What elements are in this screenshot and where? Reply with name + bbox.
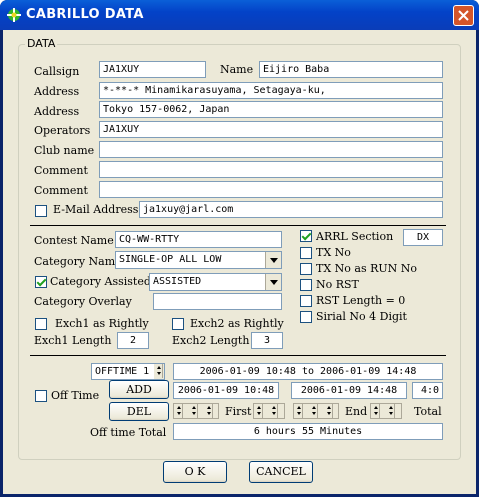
cancel-button[interactable]: CANCEL — [249, 461, 313, 483]
operators-field[interactable]: JA1XUY — [99, 121, 443, 138]
no-rst-checkbox[interactable] — [300, 279, 312, 291]
exch2-length-label: Exch2 Length — [172, 334, 250, 347]
spinner-updown-icon — [254, 404, 263, 418]
address-label-1: Address — [34, 85, 80, 98]
ok-button[interactable]: O K — [163, 461, 227, 483]
exch1-length-label: Exch1 Length — [34, 334, 112, 347]
offtime-selector-value: OFFTIME 1 — [95, 366, 150, 377]
total-label: Total — [414, 405, 442, 418]
separator-bottom — [30, 355, 446, 356]
email-label: E-Mail Address — [53, 203, 139, 216]
title-bar[interactable]: CABRILLO DATA — [0, 0, 479, 30]
spinner-updown-icon — [294, 404, 303, 418]
rst-length-label: RST Length = 0 — [316, 294, 406, 307]
exch2-rightly-checkbox[interactable] — [172, 318, 184, 330]
end-time-field[interactable]: 2006-01-09 14:48 — [291, 382, 407, 399]
arrl-section-checkbox[interactable] — [300, 230, 312, 242]
category-overlay-field[interactable] — [153, 293, 282, 310]
exch1-length-field[interactable]: 2 — [117, 332, 149, 349]
data-group-title: DATA — [25, 37, 58, 50]
address-field-1[interactable]: *-**-* Minamikarasuyama, Setagaya-ku, — [99, 82, 443, 99]
club-label: Club name — [34, 144, 95, 157]
exch1-rightly-label: Exch1 as Rightly — [55, 317, 149, 330]
offtime-selector-spinner[interactable] — [154, 364, 164, 379]
offtime-total-field[interactable]: 6 hours 55 Minutes — [173, 423, 443, 440]
window-title: CABRILLO DATA — [26, 7, 144, 22]
spinner-updown-icon — [154, 364, 163, 378]
chevron-down-icon[interactable] — [265, 252, 281, 268]
callsign-label: Callsign — [34, 65, 80, 78]
serial-4digit-label: Sirial No 4 Digit — [316, 310, 407, 323]
category-assisted-label: Category Assisted — [50, 275, 151, 288]
arrl-section-field[interactable]: DX — [403, 229, 443, 246]
category-name-select[interactable]: SINGLE-OP ALL LOW — [115, 251, 282, 269]
category-name-value: SINGLE-OP ALL LOW — [119, 254, 222, 265]
club-field[interactable] — [99, 141, 443, 158]
category-assisted-value: ASSISTED — [153, 276, 202, 287]
total-value-field[interactable]: 4:0 — [412, 382, 443, 399]
offtime-range-field[interactable]: 2006-01-09 10:48 to 2006-01-09 14:48 — [173, 363, 443, 380]
tx-no-label: TX No — [316, 246, 351, 259]
tx-no-run-checkbox[interactable] — [300, 263, 312, 275]
offtime-total-label: Off time Total — [90, 426, 167, 439]
no-rst-label: No RST — [316, 278, 359, 291]
category-name-label: Category Name — [34, 255, 122, 268]
cabrillo-window: CABRILLO DATA DATA Callsign JA1XUY Name … — [0, 0, 479, 497]
serial-4digit-checkbox[interactable] — [300, 311, 312, 323]
comment-label-2: Comment — [34, 184, 88, 197]
separator-top — [30, 225, 446, 226]
spinner-updown-icon — [189, 404, 198, 418]
category-assisted-select[interactable]: ASSISTED — [149, 273, 282, 291]
spinner-updown-icon — [269, 404, 278, 418]
first-hour-spinner[interactable] — [253, 403, 285, 419]
exch1-rightly-checkbox[interactable] — [35, 318, 47, 330]
email-field[interactable]: ja1xuy@jarl.com — [139, 201, 443, 218]
del-offtime-button[interactable]: DEL — [109, 402, 169, 421]
offtime-label: Off Time — [51, 389, 100, 402]
arrl-section-label: ARRL Section — [316, 230, 394, 243]
tx-no-checkbox[interactable] — [300, 247, 312, 259]
callsign-field[interactable]: JA1XUY — [99, 61, 206, 78]
address-label-2: Address — [34, 105, 80, 118]
category-overlay-label: Category Overlay — [34, 295, 132, 308]
spinner-updown-icon — [386, 404, 395, 418]
spinner-updown-icon — [371, 404, 380, 418]
exch2-rightly-label: Exch2 as Rightly — [190, 317, 284, 330]
offtime-selector[interactable]: OFFTIME 1 — [91, 363, 165, 380]
offtime-checkbox[interactable] — [35, 390, 47, 402]
dialog-body: DATA Callsign JA1XUY Name Eijiro Baba Ad… — [3, 30, 476, 494]
exch2-length-field[interactable]: 3 — [251, 332, 283, 349]
rst-length-checkbox[interactable] — [300, 295, 312, 307]
comment-label-1: Comment — [34, 164, 88, 177]
first-time-field[interactable]: 2006-01-09 10:48 — [173, 382, 279, 399]
contest-name-field[interactable]: CQ-WW-RTTY — [115, 231, 282, 248]
comment-field-1[interactable] — [99, 161, 443, 178]
spinner-updown-icon — [309, 404, 318, 418]
app-icon — [7, 8, 21, 22]
name-field[interactable]: Eijiro Baba — [259, 61, 443, 78]
category-assisted-checkbox[interactable] — [35, 276, 47, 288]
close-button[interactable] — [453, 5, 474, 26]
tx-no-run-label: TX No as RUN No — [316, 262, 418, 275]
contest-name-label: Contest Name — [34, 234, 114, 247]
email-checkbox[interactable] — [35, 205, 47, 217]
end-label: End — [345, 405, 368, 418]
spinner-updown-icon — [204, 404, 213, 418]
end-date-spinner[interactable] — [293, 403, 339, 419]
spinner-updown-icon — [324, 404, 333, 418]
spinner-updown-icon — [174, 404, 183, 418]
add-offtime-button[interactable]: ADD — [109, 380, 169, 399]
first-date-spinner[interactable] — [173, 403, 219, 419]
operators-label: Operators — [34, 124, 91, 137]
comment-field-2[interactable] — [99, 181, 443, 198]
end-hour-spinner[interactable] — [370, 403, 402, 419]
first-label: First — [225, 405, 252, 418]
address-field-2[interactable]: Tokyo 157-0062, Japan — [99, 101, 443, 118]
chevron-down-icon[interactable] — [265, 274, 281, 290]
name-label: Name — [220, 63, 254, 76]
close-icon — [458, 10, 469, 21]
